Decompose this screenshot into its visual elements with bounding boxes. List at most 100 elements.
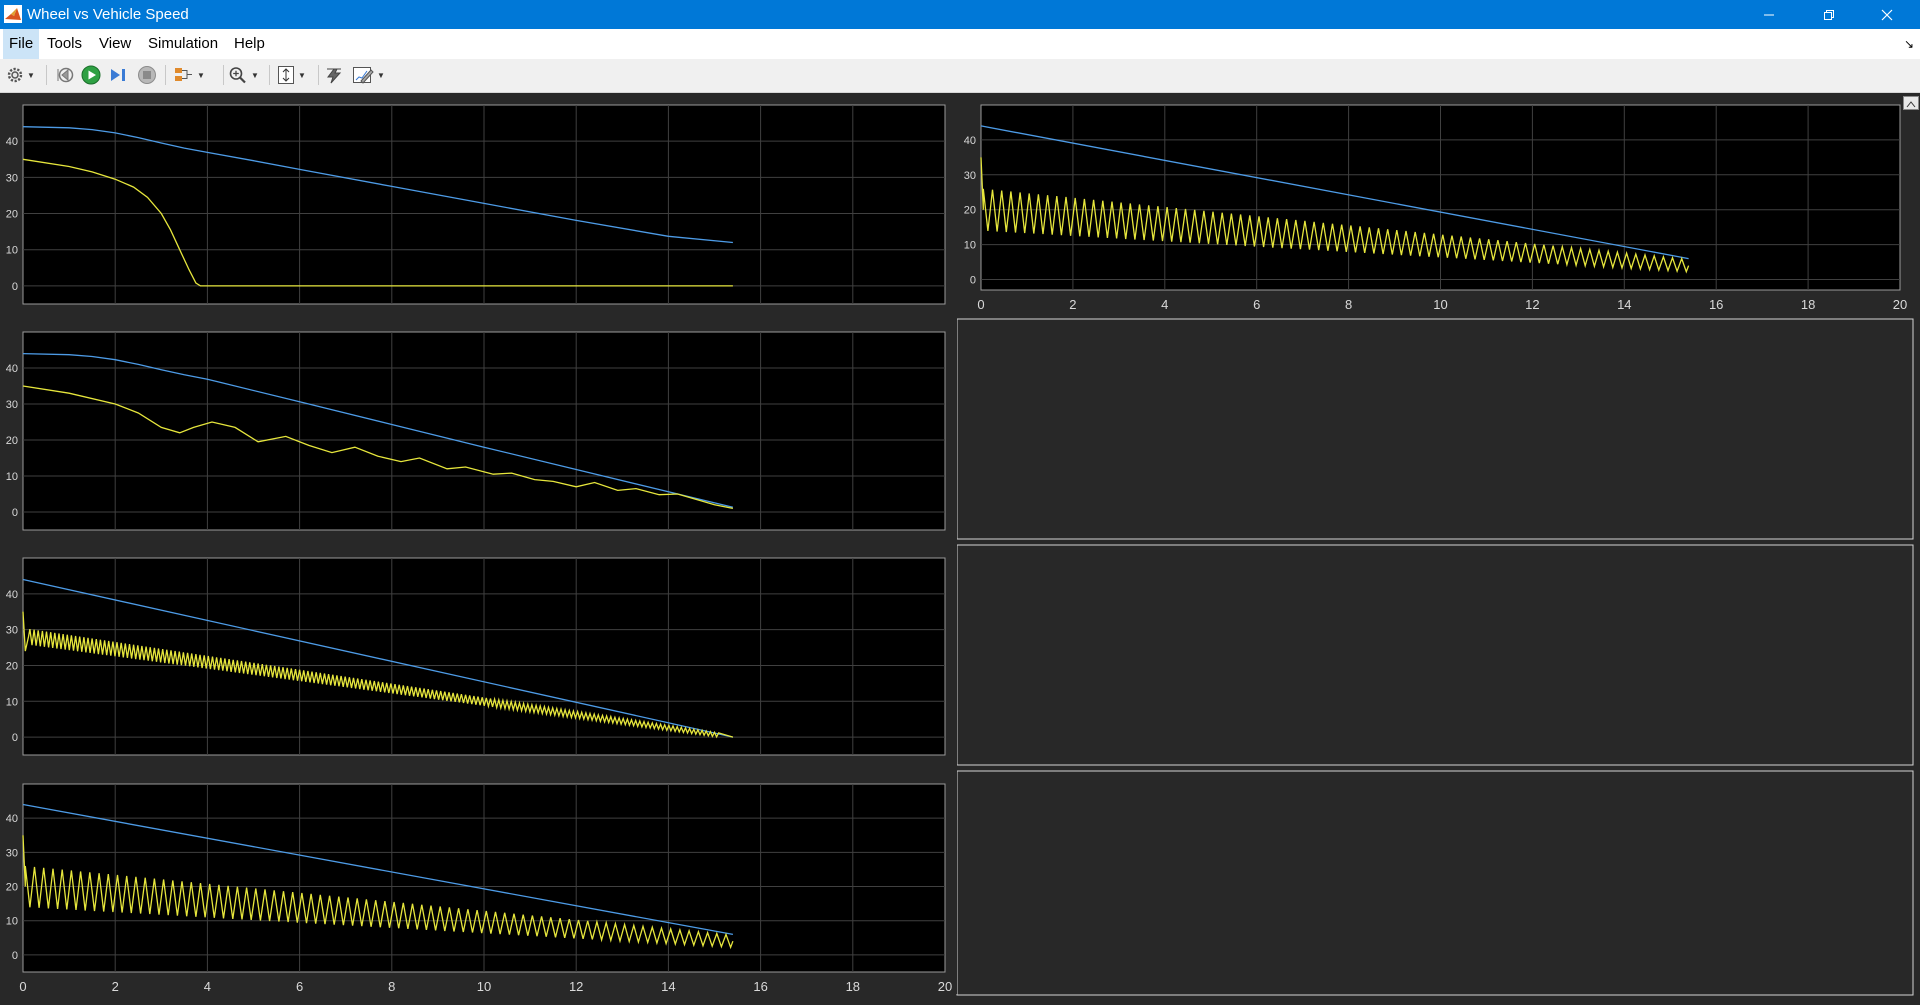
y-tick-label: 0 — [12, 281, 18, 293]
step-forward-button[interactable] — [109, 64, 127, 86]
chevron-down-icon: ▼ — [197, 70, 205, 80]
x-tick-label: 18 — [1801, 297, 1815, 312]
scope-axes-right-row-1[interactable]: 0 10 20 30 40 0 2 4 6 8 10 12 14 16 18 20 — [958, 93, 1912, 312]
restore-button[interactable] — [1800, 0, 1858, 29]
fit-to-view-icon — [278, 66, 294, 84]
x-tick-label: 20 — [1893, 297, 1907, 312]
style-edit-icon — [353, 67, 374, 84]
x-tick-label: 18 — [846, 979, 860, 994]
play-icon — [81, 65, 101, 85]
y-tick-label: 40 — [6, 589, 18, 601]
empty-axes-panel-4 — [956, 770, 1914, 996]
matlab-logo-icon — [4, 5, 22, 23]
gear-icon — [7, 67, 23, 83]
restore-icon — [1824, 9, 1834, 20]
x-tick-label: 20 — [938, 979, 952, 994]
x-tick-label: 6 — [1253, 297, 1260, 312]
scope-axes-left-row-2[interactable]: 0 10 20 30 40 — [0, 320, 957, 552]
menu-view[interactable]: View — [93, 29, 137, 59]
chevron-down-icon: ▼ — [251, 70, 259, 80]
y-tick-label: 20 — [6, 882, 18, 894]
x-tick-label: 14 — [661, 979, 675, 994]
y-tick-label: 40 — [6, 136, 18, 148]
y-tick-label: 10 — [6, 245, 18, 257]
toolbar: ▼ ▼ ▼ ▼ ▼ — [0, 59, 1920, 93]
close-icon — [1881, 9, 1893, 20]
scope-plots-area: 0 10 20 30 40 0 10 20 30 40 0 10 20 30 40 0 10 20 30 40 0 2 4 6… — [0, 93, 1920, 1000]
x-tick-label: 8 — [388, 979, 395, 994]
stop-icon — [138, 66, 156, 84]
menu-help[interactable]: Help — [228, 29, 271, 59]
run-button[interactable] — [81, 64, 101, 86]
empty-axes-panel-3 — [956, 544, 1914, 766]
x-tick-label: 16 — [1709, 297, 1723, 312]
y-tick-label: 10 — [964, 240, 976, 252]
chevron-down-icon: ▼ — [377, 70, 385, 80]
menu-tools[interactable]: Tools — [41, 29, 88, 59]
expand-axes-button[interactable] — [1903, 96, 1919, 110]
x-tick-label: 4 — [1161, 297, 1168, 312]
x-tick-label: 2 — [1069, 297, 1076, 312]
menu-bar: File Tools View Simulation Help ↘ — [0, 29, 1920, 59]
y-tick-label: 40 — [6, 813, 18, 825]
menu-file[interactable]: File — [3, 29, 40, 59]
x-tick-label: 14 — [1617, 297, 1631, 312]
scope-axes-left-row-1[interactable]: 0 10 20 30 40 — [0, 93, 957, 326]
y-tick-label: 0 — [12, 732, 18, 744]
menu-simulation[interactable]: Simulation — [142, 29, 224, 59]
window-title-bar[interactable]: Wheel vs Vehicle Speed — [0, 0, 1920, 29]
step-back-button[interactable] — [55, 64, 75, 86]
x-tick-label: 0 — [19, 979, 26, 994]
y-tick-label: 10 — [6, 471, 18, 483]
scope-axes-left-row-3[interactable]: 0 10 20 30 40 — [0, 546, 957, 777]
x-tick-label: 2 — [112, 979, 119, 994]
x-tick-label: 12 — [1525, 297, 1539, 312]
x-tick-label: 4 — [204, 979, 211, 994]
chevron-down-icon: ▼ — [298, 70, 306, 80]
scope-plots-svg: 0102030400102030400102030400102030400 2 4 6… — [0, 93, 1914, 996]
y-tick-label: 0 — [12, 950, 18, 962]
highlight-block-button[interactable]: ▼ — [174, 64, 205, 86]
minimize-button[interactable] — [1740, 0, 1798, 29]
y-tick-label: 30 — [6, 847, 18, 859]
step-forward-icon — [111, 69, 125, 81]
x-tick-label: 16 — [753, 979, 767, 994]
stop-button[interactable] — [137, 64, 157, 86]
highlight-block-icon — [175, 68, 192, 81]
window-title: Wheel vs Vehicle Speed — [27, 6, 189, 23]
autoscale-button[interactable]: ▼ — [277, 64, 306, 86]
x-tick-label: 0 — [977, 297, 984, 312]
y-tick-label: 0 — [970, 275, 976, 287]
empty-axes-panel-2 — [956, 318, 1914, 540]
x-tick-label: 8 — [1345, 297, 1352, 312]
x-tick-label: 6 — [296, 979, 303, 994]
zoom-in-icon — [229, 67, 246, 84]
close-button[interactable] — [1858, 0, 1916, 29]
settings-button[interactable]: ▼ — [6, 64, 35, 86]
y-tick-label: 30 — [964, 170, 976, 182]
y-tick-label: 0 — [12, 507, 18, 519]
y-tick-label: 40 — [6, 363, 18, 375]
signal-tool-icon — [327, 68, 342, 84]
chevron-down-icon: ▼ — [27, 70, 35, 80]
style-button[interactable]: ▼ — [352, 64, 385, 86]
y-tick-label: 20 — [6, 209, 18, 221]
y-tick-label: 10 — [6, 916, 18, 928]
y-tick-label: 20 — [6, 660, 18, 672]
scope-axes-left-row-4[interactable]: 0 10 20 30 40 0 2 4 6 8 10 12 14 16 18 20 — [0, 772, 957, 994]
signal-tool-button[interactable] — [324, 64, 344, 86]
x-tick-label: 10 — [1433, 297, 1447, 312]
y-tick-label: 20 — [6, 435, 18, 447]
y-tick-label: 30 — [6, 172, 18, 184]
x-tick-label: 10 — [477, 979, 491, 994]
step-back-icon — [57, 67, 74, 83]
y-tick-label: 30 — [6, 399, 18, 411]
y-tick-label: 20 — [964, 205, 976, 217]
x-tick-label: 12 — [569, 979, 583, 994]
zoom-button[interactable]: ▼ — [228, 64, 259, 86]
undock-icon[interactable]: ↘ — [1904, 37, 1914, 51]
y-tick-label: 30 — [6, 625, 18, 637]
minimize-icon — [1764, 14, 1774, 15]
y-tick-label: 40 — [964, 135, 976, 147]
y-tick-label: 10 — [6, 696, 18, 708]
